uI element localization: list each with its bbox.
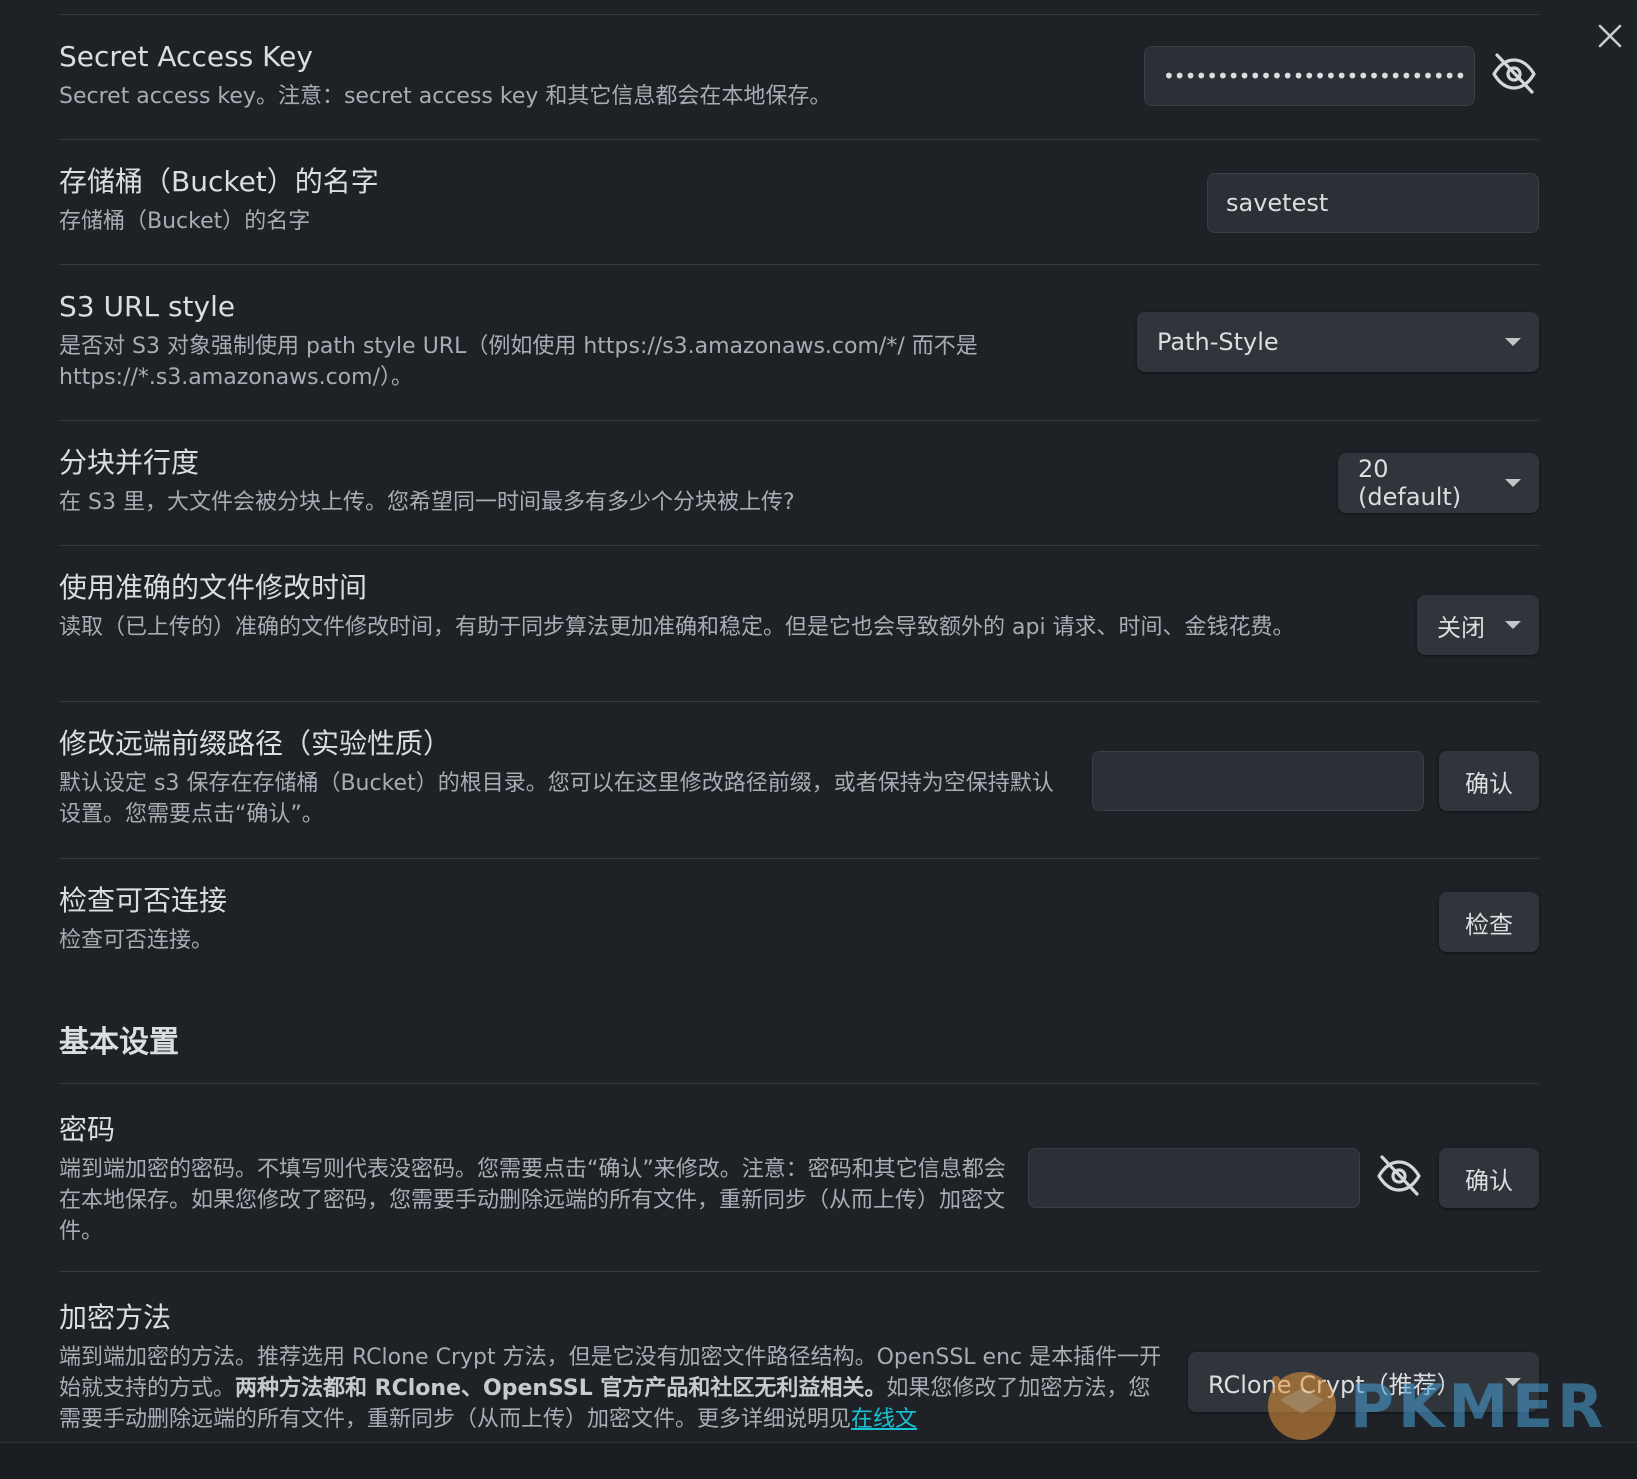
chevron-down-icon xyxy=(1505,1378,1521,1386)
setting-name: 加密方法 xyxy=(59,1301,172,1334)
close-button[interactable] xyxy=(1592,18,1628,54)
online-docs-link[interactable]: 在线文 xyxy=(851,1407,917,1432)
setting-description: 是否对 S3 对象强制使用 path style URL（例如使用 https:… xyxy=(59,334,978,390)
setting-parallel-parts: 分块并行度 在 S3 里，大文件会被分块上传。您希望同一时间最多有多少个分块被上… xyxy=(59,420,1539,546)
bucket-name-input[interactable]: savetest xyxy=(1207,173,1539,233)
setting-name: 检查可否连接 xyxy=(59,884,228,917)
setting-info: 使用准确的文件修改时间 读取（已上传的）准确的文件修改时间，有助于同步算法更加准… xyxy=(59,570,1359,643)
setting-description: 默认设定 s3 保存在存储桶（Bucket）的根目录。您可以在这里修改路径前缀，… xyxy=(59,771,1054,827)
setting-name: 修改远端前缀路径（实验性质） xyxy=(59,727,452,760)
toggle-secret-visibility-button[interactable] xyxy=(1490,50,1538,98)
setting-secret-access-key: Secret Access Key Secret access key。注意：s… xyxy=(59,14,1539,140)
parallel-dropdown[interactable]: 20 (default) xyxy=(1338,453,1539,513)
setting-name: 存储桶（Bucket）的名字 xyxy=(59,165,379,198)
chevron-down-icon xyxy=(1505,621,1521,629)
setting-name: S3 URL style xyxy=(59,290,236,323)
setting-info: S3 URL style 是否对 S3 对象强制使用 path style UR… xyxy=(59,289,1009,393)
setting-name: 使用准确的文件修改时间 xyxy=(59,571,368,604)
dropdown-value: Path-Style xyxy=(1157,328,1279,356)
setting-s3-url-style: S3 URL style 是否对 S3 对象强制使用 path style UR… xyxy=(59,264,1539,421)
setting-name: Secret Access Key xyxy=(59,40,313,73)
eye-off-icon xyxy=(1377,1155,1421,1196)
confirm-password-button[interactable]: 确认 xyxy=(1439,1148,1539,1208)
url-style-dropdown[interactable]: Path-Style xyxy=(1137,312,1539,372)
chevron-down-icon xyxy=(1505,338,1521,346)
setting-description: Secret access key。注意：secret access key 和… xyxy=(59,84,832,109)
setting-info: 密码 端到端加密的密码。不填写则代表没密码。您需要点击“确认”来修改。注意：密码… xyxy=(59,1112,1009,1247)
chevron-down-icon xyxy=(1505,479,1521,487)
setting-check-connection: 检查可否连接 检查可否连接。 检查 xyxy=(59,858,1539,979)
confirm-prefix-button[interactable]: 确认 xyxy=(1439,751,1539,811)
dropdown-value: 关闭 xyxy=(1437,613,1485,642)
setting-info: 加密方法 端到端加密的方法。推荐选用 RClone Crypt 方法，但是它没有… xyxy=(59,1300,1169,1435)
setting-description: 在 S3 里，大文件会被分块上传。您希望同一时间最多有多少个分块被上传? xyxy=(59,490,795,515)
setting-bucket-name: 存储桶（Bucket）的名字 存储桶（Bucket）的名字 savetest xyxy=(59,139,1539,265)
check-connection-button[interactable]: 检查 xyxy=(1439,892,1539,952)
setting-info: 检查可否连接 检查可否连接。 xyxy=(59,883,227,956)
toggle-password-visibility-button[interactable] xyxy=(1375,1152,1423,1200)
password-input[interactable] xyxy=(1028,1148,1360,1208)
setting-info: 分块并行度 在 S3 里，大文件会被分块上传。您希望同一时间最多有多少个分块被上… xyxy=(59,445,795,518)
setting-info: 修改远端前缀路径（实验性质） 默认设定 s3 保存在存储桶（Bucket）的根目… xyxy=(59,726,1059,830)
secret-access-key-input[interactable]: •••••••••••••••••••••••••••• xyxy=(1144,46,1475,106)
dropdown-value: 20 (default) xyxy=(1358,455,1462,511)
close-icon xyxy=(1598,24,1622,48)
setting-description: 端到端加密的方法。推荐选用 RClone Crypt 方法，但是它没有加密文件路… xyxy=(59,1342,1169,1435)
setting-password: 密码 端到端加密的密码。不填写则代表没密码。您需要点击“确认”来修改。注意：密码… xyxy=(59,1083,1539,1272)
section-heading-basic: 基本设置 xyxy=(59,1025,179,1060)
setting-remote-prefix: 修改远端前缀路径（实验性质） 默认设定 s3 保存在存储桶（Bucket）的根目… xyxy=(59,701,1539,859)
desc-strong-text: 两种方法都和 RClone、OpenSSL 官方产品和社区无利益相关。 xyxy=(235,1376,887,1401)
setting-info: 存储桶（Bucket）的名字 存储桶（Bucket）的名字 xyxy=(59,164,379,237)
remote-prefix-input[interactable] xyxy=(1092,751,1424,811)
setting-name: 密码 xyxy=(59,1113,116,1146)
setting-description: 存储桶（Bucket）的名字 xyxy=(59,209,311,234)
setting-description: 端到端加密的密码。不填写则代表没密码。您需要点击“确认”来修改。注意：密码和其它… xyxy=(59,1157,1006,1244)
encryption-method-dropdown[interactable]: RClone Crypt（推荐） xyxy=(1188,1352,1539,1412)
setting-encryption-method: 加密方法 端到端加密的方法。推荐选用 RClone Crypt 方法，但是它没有… xyxy=(59,1271,1539,1447)
setting-description: 读取（已上传的）准确的文件修改时间，有助于同步算法更加准确和稳定。但是它也会导致… xyxy=(59,615,1295,640)
eye-off-icon xyxy=(1492,53,1536,94)
setting-info: Secret Access Key Secret access key。注意：s… xyxy=(59,39,831,112)
setting-accurate-mtime: 使用准确的文件修改时间 读取（已上传的）准确的文件修改时间，有助于同步算法更加准… xyxy=(59,545,1539,702)
setting-description: 检查可否连接。 xyxy=(59,928,214,953)
setting-name: 分块并行度 xyxy=(59,446,200,479)
bottom-bar xyxy=(0,1442,1637,1479)
accurate-mtime-dropdown[interactable]: 关闭 xyxy=(1417,595,1539,655)
dropdown-value: RClone Crypt（推荐） xyxy=(1208,1370,1461,1399)
